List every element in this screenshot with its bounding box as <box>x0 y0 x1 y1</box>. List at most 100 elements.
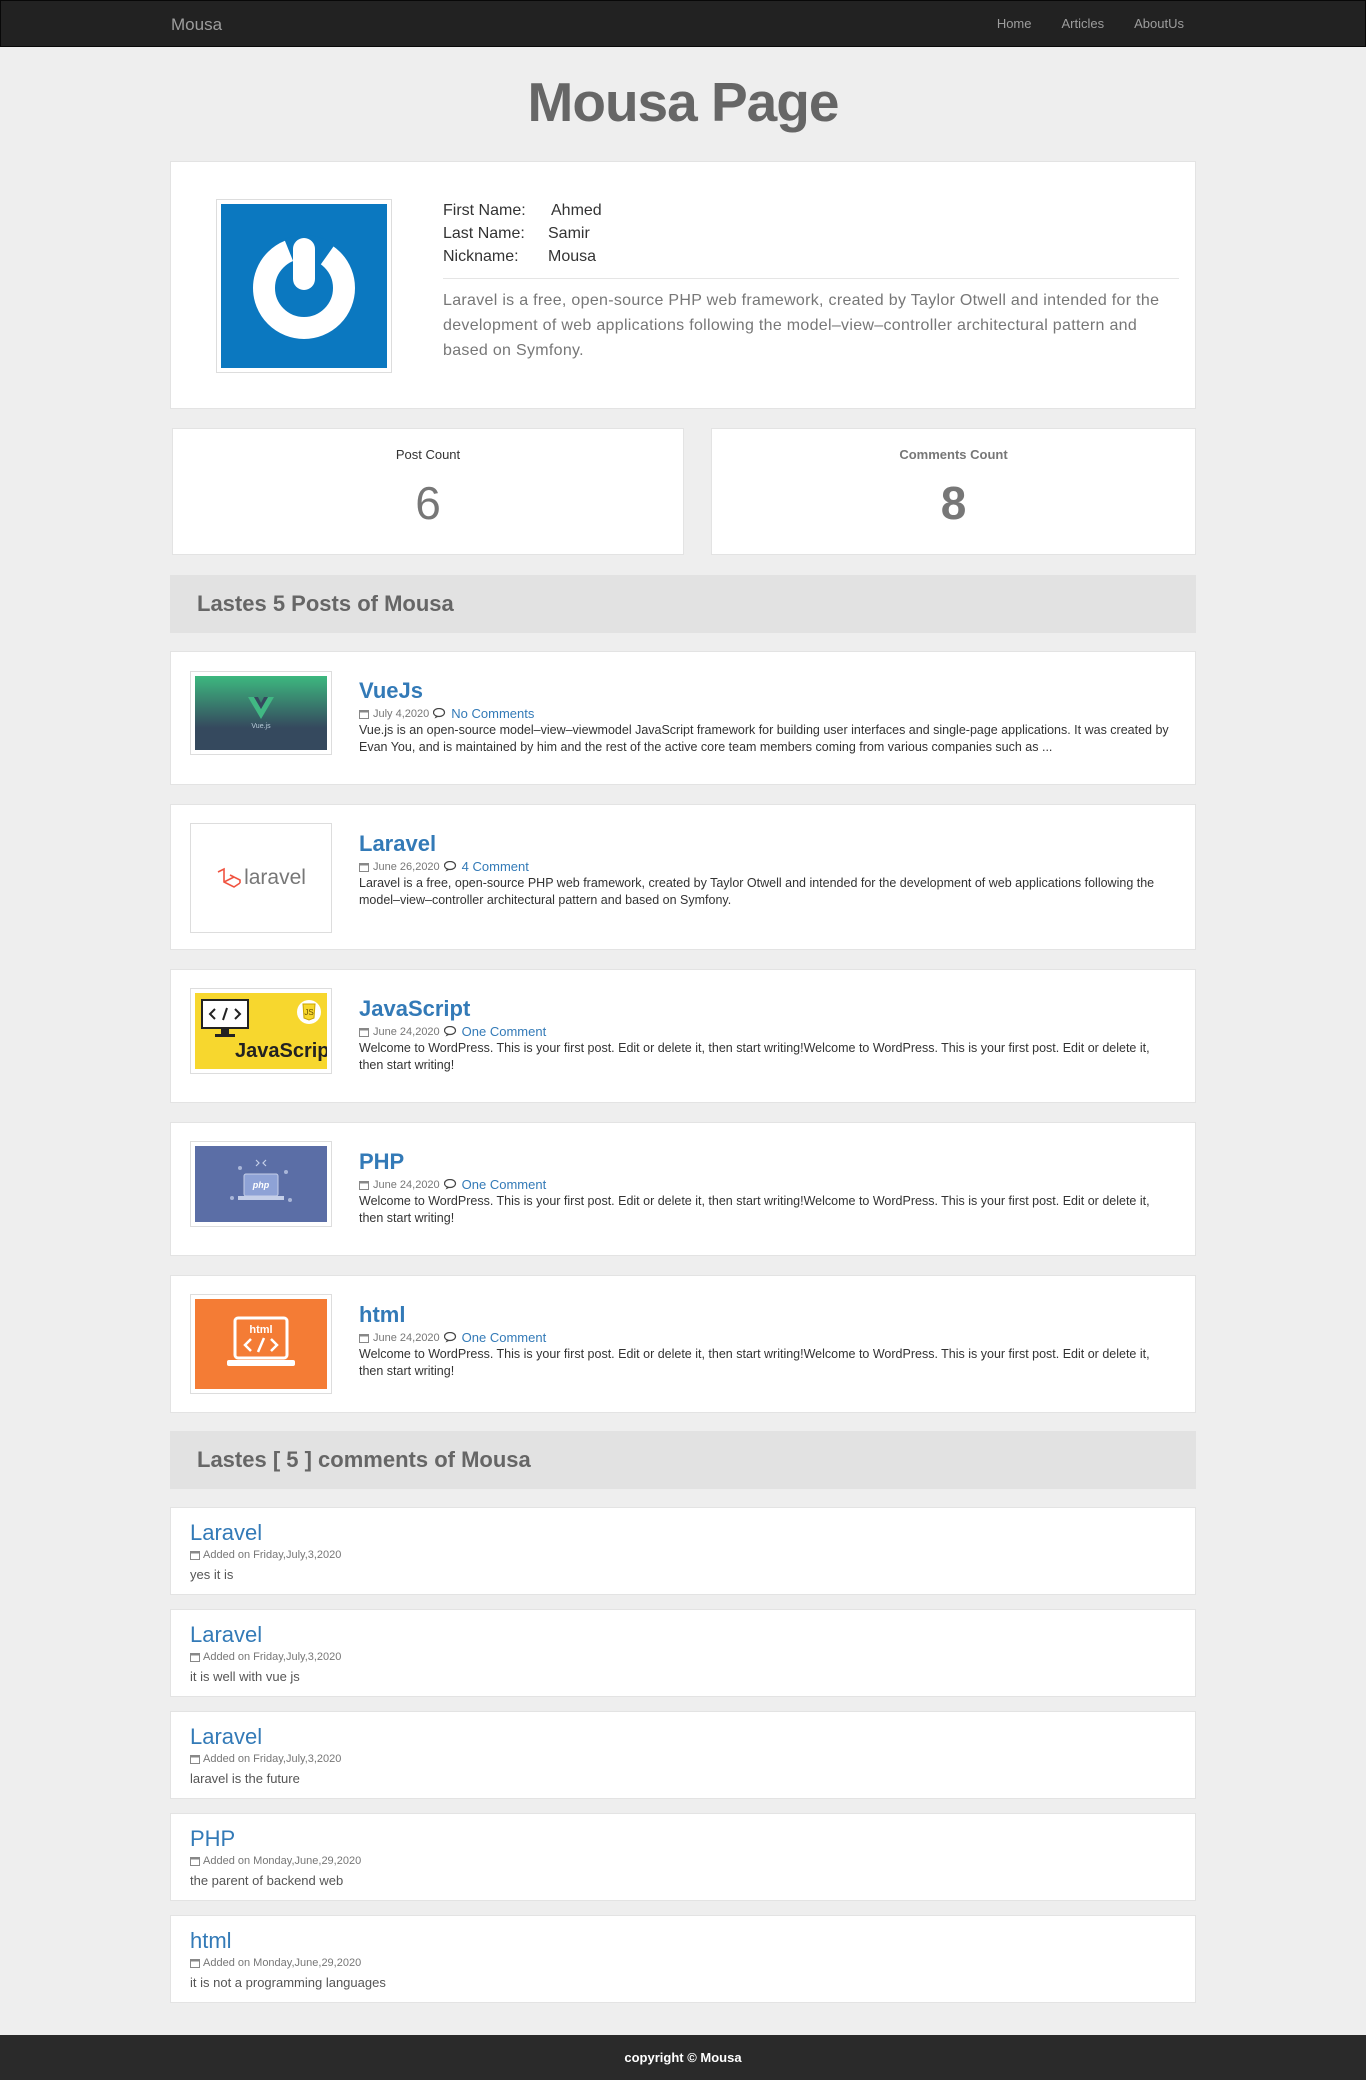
post-date: June 26,2020 <box>373 860 440 873</box>
post-thumbnail[interactable]: JS JavaScript <box>190 988 332 1074</box>
avatar <box>216 199 392 373</box>
last-name-value: Samir <box>548 225 590 242</box>
svg-text:JS: JS <box>304 1008 313 1017</box>
post-meta: June 24,2020 One Comment <box>359 1024 1177 1039</box>
comment-date: Added on Monday,June,29,2020 <box>203 1855 362 1867</box>
calendar-icon <box>359 709 369 719</box>
page-title: Mousa Page <box>527 71 840 133</box>
first-name-label: First Name: <box>443 202 526 219</box>
calendar-icon <box>359 1333 369 1343</box>
thumb-label: html <box>249 1324 272 1336</box>
calendar-icon <box>190 1755 200 1764</box>
post-comments-link[interactable]: One Comment <box>462 1330 547 1345</box>
calendar-icon <box>359 1180 369 1190</box>
divider <box>443 278 1179 279</box>
first-name-row: First Name: Ahmed <box>443 199 1179 222</box>
post-card: laravel Laravel June 26,2020 4 Comment L… <box>170 804 1196 950</box>
comment-date: Added on Friday,July,3,2020 <box>203 1753 342 1765</box>
comment-text: the parent of backend web <box>190 1873 344 1888</box>
post-card: Vue.js VueJs July 4,2020 No Comments Vue… <box>170 651 1196 785</box>
js-shield-icon: JS <box>297 1000 321 1024</box>
calendar-icon <box>359 862 369 872</box>
post-comments-link[interactable]: No Comments <box>451 706 534 721</box>
calendar-icon <box>190 1653 200 1662</box>
post-card: php PHP June 24,2020 One Comment Welcome… <box>170 1122 1196 1256</box>
comments-section-header: Lastes [ 5 ] comments of Mousa <box>170 1431 1196 1489</box>
post-body: html June 24,2020 One Comment Welcome to… <box>359 1302 1177 1380</box>
profile-bio: Laravel is a free, open-source PHP web f… <box>443 292 1160 359</box>
thumb-label: php <box>252 1180 270 1190</box>
power-button-logo-icon <box>251 235 357 341</box>
profile-info: First Name: Ahmed Last Name: Samir Nicknam… <box>443 199 1179 363</box>
comments-icon <box>443 861 456 872</box>
last-name-label: Last Name: <box>443 225 525 242</box>
comment-date-row: Added on Monday,June,29,2020 <box>190 1957 386 1969</box>
post-thumbnail[interactable]: html <box>190 1294 332 1394</box>
post-body: JavaScript June 24,2020 One Comment Welc… <box>359 996 1177 1074</box>
posts-section-header: Lastes 5 Posts of Mousa <box>170 575 1196 633</box>
comment-date: Added on Monday,June,29,2020 <box>203 1957 362 1969</box>
comment-post-title[interactable]: Laravel <box>190 1520 341 1546</box>
comment-text: it is not a programming languages <box>190 1975 386 1990</box>
post-date: June 24,2020 <box>373 1025 440 1038</box>
post-count-card: Post Count 6 <box>172 428 684 555</box>
post-excerpt: Welcome to WordPress. This is your first… <box>359 1194 1150 1225</box>
html-laptop-icon: html <box>227 1316 295 1366</box>
vue-logo-icon <box>248 696 274 719</box>
post-count-value: 6 <box>415 477 441 529</box>
post-body: PHP June 24,2020 One Comment Welcome to … <box>359 1149 1177 1227</box>
comment-date-row: Added on Friday,July,3,2020 <box>190 1753 341 1765</box>
post-comments-link[interactable]: One Comment <box>462 1177 547 1192</box>
first-name-value: Ahmed <box>551 202 602 219</box>
post-date: June 24,2020 <box>373 1178 440 1191</box>
thumb-label: laravel <box>244 866 306 889</box>
comment-card: Laravel Added on Friday,July,3,2020 lara… <box>170 1711 1196 1799</box>
post-thumbnail[interactable]: php <box>190 1141 332 1227</box>
comment-date-row: Added on Monday,June,29,2020 <box>190 1855 361 1867</box>
calendar-icon <box>190 1959 200 1968</box>
nav-link-articles[interactable]: Articles <box>1062 16 1105 31</box>
comment-text: it is well with vue js <box>190 1669 300 1684</box>
calendar-icon <box>359 1027 369 1037</box>
post-title[interactable]: html <box>359 1302 1177 1328</box>
comments-icon <box>443 1179 456 1190</box>
post-thumbnail[interactable]: Vue.js <box>190 671 332 755</box>
comment-post-title[interactable]: PHP <box>190 1826 361 1852</box>
post-title[interactable]: PHP <box>359 1149 1177 1175</box>
comments-count-value: 8 <box>940 477 967 529</box>
navbar: Mousa Home Articles AboutUs <box>0 0 1366 47</box>
comment-post-title[interactable]: Laravel <box>190 1622 341 1648</box>
nav-link-aboutus[interactable]: AboutUs <box>1134 16 1184 31</box>
post-title[interactable]: Laravel <box>359 831 1177 857</box>
post-comments-link[interactable]: One Comment <box>462 1024 547 1039</box>
comments-icon <box>443 1026 456 1037</box>
comment-card: Laravel Added on Friday,July,3,2020 yes … <box>170 1507 1196 1595</box>
post-thumbnail[interactable]: laravel <box>190 823 332 933</box>
comment-post-title[interactable]: Laravel <box>190 1724 341 1750</box>
comment-post-title[interactable]: html <box>190 1928 386 1954</box>
last-name-row: Last Name: Samir <box>443 222 1179 245</box>
post-title[interactable]: VueJs <box>359 678 1177 704</box>
nav-link-home[interactable]: Home <box>997 16 1032 31</box>
comment-card: PHP Added on Monday,June,29,2020 the par… <box>170 1813 1196 1901</box>
thumb-label: JavaScript <box>235 1040 327 1062</box>
post-comments-link[interactable]: 4 Comment <box>462 859 529 874</box>
nickname-value: Mousa <box>548 248 597 265</box>
comments-icon <box>443 1332 456 1343</box>
navbar-brand[interactable]: Mousa <box>171 15 222 35</box>
profile-card: First Name: Ahmed Last Name: Samir Nicknam… <box>170 161 1196 409</box>
post-title[interactable]: JavaScript <box>359 996 1177 1022</box>
comment-text: laravel is the future <box>190 1771 300 1786</box>
comments-count-card: Comments Count 8 <box>711 428 1196 555</box>
post-meta: July 4,2020 No Comments <box>359 706 1177 721</box>
nav-links: Home Articles AboutUs <box>997 16 1184 31</box>
calendar-icon <box>190 1857 200 1866</box>
post-date: June 24,2020 <box>373 1331 440 1344</box>
post-card: JS JavaScript JavaScript June 24,2020 On… <box>170 969 1196 1103</box>
comment-date-row: Added on Friday,July,3,2020 <box>190 1651 341 1663</box>
post-excerpt: Welcome to WordPress. This is your first… <box>359 1041 1150 1072</box>
comment-card: html Added on Monday,June,29,2020 it is … <box>170 1915 1196 2003</box>
comment-card: Laravel Added on Friday,July,3,2020 it i… <box>170 1609 1196 1697</box>
post-card: html html June 24,2020 One Comment Welco… <box>170 1275 1196 1413</box>
nickname-label: Nickname: <box>443 248 519 265</box>
